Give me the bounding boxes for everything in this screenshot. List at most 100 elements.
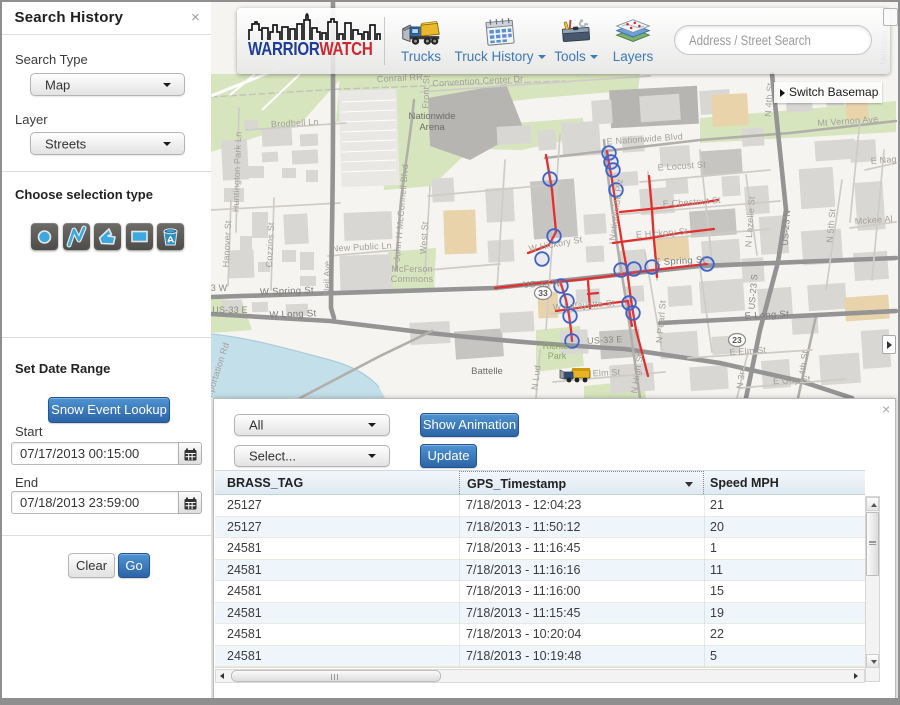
table-row[interactable]: 245817/18/2013 - 10:20:0422 xyxy=(215,624,865,646)
calendar-icon xyxy=(184,497,197,510)
search-type-value: Map xyxy=(45,77,70,92)
table-row[interactable]: 251277/18/2013 - 12:04:2321 xyxy=(215,495,865,517)
start-date-input[interactable] xyxy=(11,442,178,465)
svg-text:E Locust St: E Locust St xyxy=(657,159,706,172)
scroll-down-button[interactable] xyxy=(866,654,879,668)
select-point-tool[interactable] xyxy=(31,223,58,250)
speed-cell: 22 xyxy=(704,624,865,646)
hscroll-thumb[interactable] xyxy=(231,670,441,682)
address-search-input[interactable] xyxy=(689,26,868,54)
gps-timestamp-cell: 7/18/2013 - 11:16:00 xyxy=(459,581,704,603)
table-row[interactable]: 251277/18/2013 - 11:50:1220 xyxy=(215,517,865,539)
gps-timestamp-cell: 7/18/2013 - 11:50:12 xyxy=(459,517,704,539)
column-header-brass-tag[interactable]: BRASS_TAG xyxy=(215,471,459,496)
select-polygon-tool[interactable] xyxy=(94,223,121,250)
menu-layers-label: Layers xyxy=(613,49,654,64)
svg-text:N Lud: N Lud xyxy=(529,364,542,390)
start-date-group xyxy=(11,442,202,465)
speed-cell: 11 xyxy=(704,560,865,582)
select-dropdown[interactable]: Select... xyxy=(234,445,390,467)
table-row[interactable]: 245817/18/2013 - 11:16:1611 xyxy=(215,560,865,582)
speed-cell: 15 xyxy=(704,581,865,603)
map-corner-widget[interactable] xyxy=(883,8,898,26)
app-window: Search History × Search Type Map Layer S… xyxy=(2,2,898,698)
end-date-input[interactable] xyxy=(11,491,178,514)
switch-basemap-button[interactable]: Switch Basemap xyxy=(774,82,882,103)
layer-label: Layer xyxy=(15,112,48,127)
divider xyxy=(2,34,211,35)
calendar-icon xyxy=(452,13,548,48)
sort-desc-icon xyxy=(685,482,693,487)
close-icon[interactable]: × xyxy=(882,401,890,417)
menu-trucks[interactable]: Trucks xyxy=(386,13,456,64)
go-button[interactable]: Go xyxy=(118,553,150,578)
panel-expand-button[interactable] xyxy=(882,335,896,354)
svg-text:Park: Park xyxy=(548,351,567,361)
svg-text:W Spring St: W Spring St xyxy=(260,285,314,298)
chevron-down-icon xyxy=(163,83,171,87)
menu-truck-history[interactable]: Truck History xyxy=(452,13,548,64)
clear-button[interactable]: Clear xyxy=(68,553,115,578)
chevron-down-icon xyxy=(590,55,598,59)
header-separator xyxy=(384,17,385,65)
layer-dropdown[interactable]: Streets xyxy=(30,132,185,155)
menu-tools[interactable]: Tools xyxy=(543,13,609,64)
brass-tag-cell: 24581 xyxy=(215,624,459,646)
grip-icon xyxy=(869,541,876,545)
svg-text:Front St: Front St xyxy=(420,75,431,109)
gps-timestamp-cell: 7/18/2013 - 10:20:04 xyxy=(459,624,704,646)
vertical-scrollbar[interactable] xyxy=(865,496,880,682)
show-animation-button[interactable]: Show Animation xyxy=(420,413,519,437)
vscroll-thumb[interactable] xyxy=(866,512,879,576)
select-rectangle-tool[interactable] xyxy=(126,223,153,250)
scroll-right-button[interactable] xyxy=(850,670,863,682)
svg-text:Brodbell Ln: Brodbell Ln xyxy=(271,117,319,129)
speed-cell: 21 xyxy=(704,495,865,517)
svg-text:Mckee Al: Mckee Al xyxy=(854,214,893,227)
selection-type-label: Choose selection type xyxy=(15,187,153,202)
logo-text: WARRIORWATCH xyxy=(248,38,373,60)
arrow-right-icon xyxy=(780,89,785,97)
horizontal-scrollbar[interactable] xyxy=(215,669,865,683)
gps-timestamp-cell: 7/18/2013 - 12:04:23 xyxy=(459,495,704,517)
table-row[interactable]: 245817/18/2013 - 11:16:0015 xyxy=(215,581,865,603)
update-button[interactable]: Update xyxy=(420,444,477,468)
gps-timestamp-cell: 7/18/2013 - 11:16:16 xyxy=(459,560,704,582)
table-row[interactable]: 245817/18/2013 - 11:16:451 xyxy=(215,538,865,560)
start-label: Start xyxy=(15,424,42,439)
scroll-up-button[interactable] xyxy=(866,497,879,511)
rectangle-icon xyxy=(128,225,151,248)
map[interactable]: 3323 Goodale Neil ConnConrail RRNeilston… xyxy=(211,2,898,698)
layer-value: Streets xyxy=(45,136,86,151)
column-separator xyxy=(704,495,705,667)
speed-cell: 20 xyxy=(704,517,865,539)
snow-event-lookup-button[interactable]: Snow Event Lookup xyxy=(48,397,170,423)
trash-recycle-icon xyxy=(159,225,182,248)
chevron-down-icon xyxy=(163,142,171,146)
search-type-label: Search Type xyxy=(15,52,88,67)
address-search xyxy=(674,25,872,55)
polygon-icon xyxy=(96,225,119,248)
search-type-dropdown[interactable]: Map xyxy=(30,73,185,96)
grid-body: 251277/18/2013 - 12:04:2321251277/18/201… xyxy=(215,495,865,668)
svg-text:Cozzins St: Cozzins St xyxy=(264,222,276,268)
brass-tag-cell: 25127 xyxy=(215,495,459,517)
warriorwatch-logo: WARRIORWATCH xyxy=(246,11,382,71)
column-header-speed[interactable]: Speed MPH xyxy=(704,471,865,496)
select-polyline-tool[interactable] xyxy=(63,223,90,250)
start-calendar-button[interactable] xyxy=(178,442,202,465)
results-grid: BRASS_TAG GPS_Timestamp Speed MPH 251277… xyxy=(215,470,865,668)
close-icon[interactable]: × xyxy=(191,10,200,26)
gps-timestamp-cell: 7/18/2013 - 11:15:45 xyxy=(459,603,704,625)
calendar-icon xyxy=(184,448,197,461)
clear-selection-tool[interactable] xyxy=(157,223,184,250)
end-calendar-button[interactable] xyxy=(178,491,202,514)
panel-title: Search History xyxy=(15,9,124,26)
truck-filter-dropdown[interactable]: All xyxy=(234,414,390,436)
column-header-gps-timestamp[interactable]: GPS_Timestamp xyxy=(459,471,704,496)
gps-timestamp-cell: 7/18/2013 - 10:19:48 xyxy=(459,646,704,668)
menu-layers[interactable]: Layers xyxy=(603,13,663,64)
table-row[interactable]: 245817/18/2013 - 10:19:485 xyxy=(215,646,865,668)
scroll-left-button[interactable] xyxy=(217,670,230,682)
table-row[interactable]: 245817/18/2013 - 11:15:4519 xyxy=(215,603,865,625)
